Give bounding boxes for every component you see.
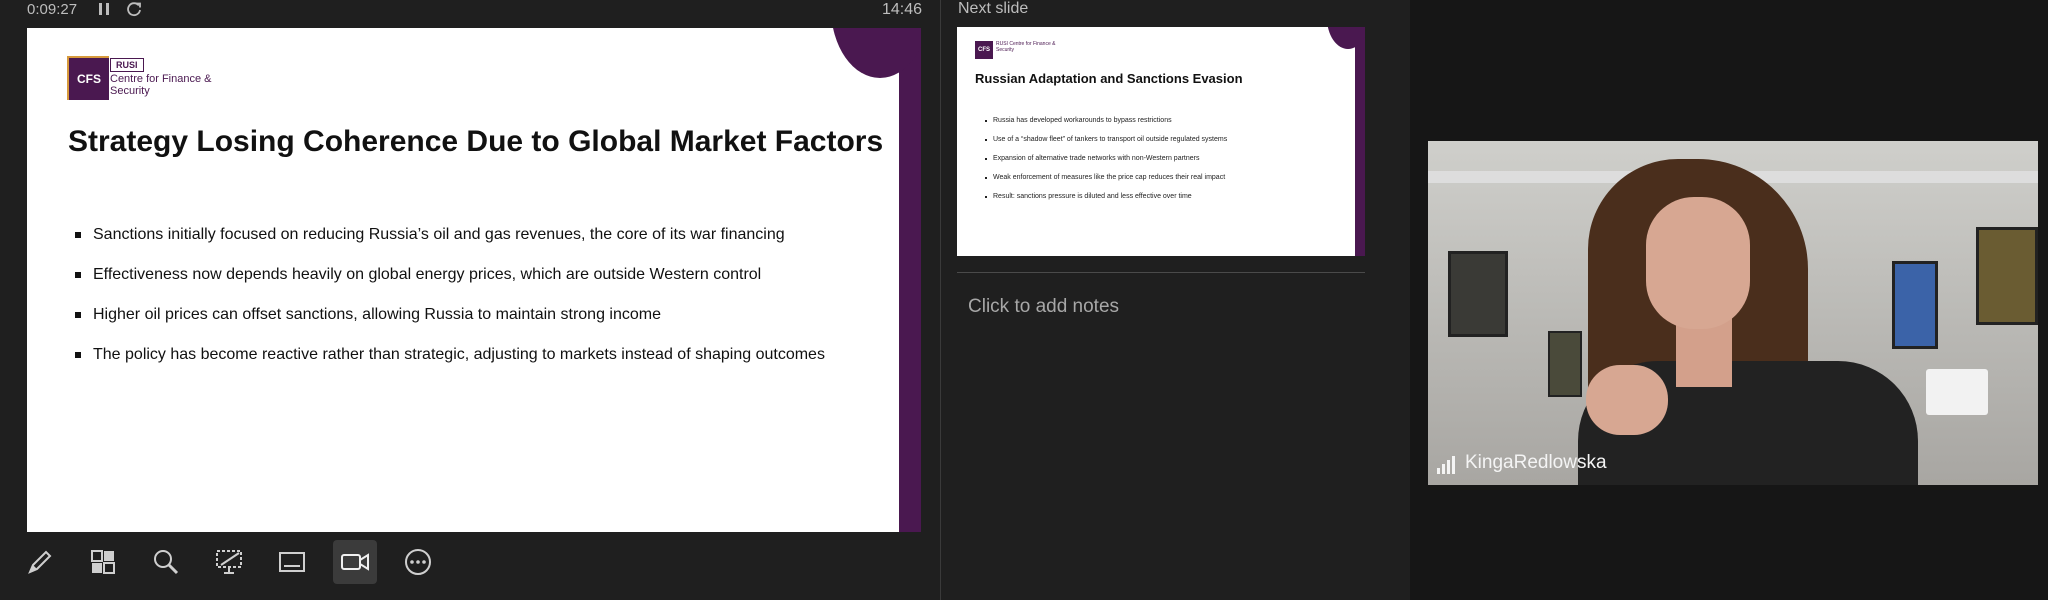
wall-picture [1548,331,1582,397]
next-logo-mark: CFS [975,41,993,59]
pen-icon [28,550,52,574]
logo-mark: CFS [67,56,109,100]
next-slide-bullet: Result: sanctions pressure is diluted an… [985,193,1227,201]
zoom-button[interactable] [144,540,188,584]
next-slide-bullet: Russia has developed workarounds to bypa… [985,117,1227,125]
participant-name: KingaRedlowska [1465,452,1607,473]
zoom-icon [154,550,179,575]
slides-grid-icon [91,550,115,574]
elapsed-timer: 0:09:27 [27,1,78,18]
next-slide-preview[interactable]: CFS RUSI Centre for Finance & Security R… [957,27,1365,256]
pointer-screen-button[interactable] [207,540,251,584]
refresh-icon[interactable] [126,1,142,17]
wall-picture [1892,261,1938,349]
slide-bullet: Sanctions initially focused on reducing … [75,225,825,245]
next-slide-accent-bar [1355,27,1365,256]
next-slide-title: Russian Adaptation and Sanctions Evasion [975,71,1243,86]
slide-title: Strategy Losing Coherence Due to Global … [68,125,884,158]
see-all-slides-button[interactable] [81,540,125,584]
next-slide-bullet: Weak enforcement of measures like the pr… [985,174,1227,182]
next-slide-bullet: Expansion of alternative trade networks … [985,155,1227,163]
logo-org: RUSI [110,58,144,72]
pause-icon[interactable] [98,2,110,16]
slide-accent-bar [899,28,921,532]
presenter-toolbar [18,540,458,584]
camera-toggle-button[interactable] [333,540,377,584]
next-slide-bullet-list: Russia has developed workarounds to bypa… [985,117,1227,212]
current-slide: CFS RUSI Centre for Finance & Security S… [27,28,921,532]
logo-name: Centre for Finance & Security [110,73,212,97]
subtitles-button[interactable] [270,540,314,584]
speaker-face [1646,197,1750,329]
participant-video[interactable] [1428,141,2038,485]
more-options-button[interactable] [396,540,440,584]
wall-picture [1448,251,1508,337]
pane-divider [940,0,941,600]
next-slide-logo: CFS RUSI Centre for Finance & Security [975,41,1065,63]
slide-bullet-list: Sanctions initially focused on reducing … [75,225,825,385]
slide-logo: CFS RUSI Centre for Finance & Security [67,56,227,104]
current-time: 14:46 [882,1,923,18]
wall-picture [1976,227,2038,325]
next-slide-bullet: Use of a “shadow fleet” of tankers to tr… [985,136,1227,144]
lamp-shade [1926,369,1988,415]
camera-icon [341,553,369,571]
notes-divider [957,272,1365,273]
subtitles-icon [279,552,305,572]
signal-strength-icon [1437,456,1455,474]
speaker-hand [1586,365,1668,435]
speaker-notes-field[interactable]: Click to add notes [968,296,1119,318]
slide-bullet: The policy has become reactive rather th… [75,345,825,365]
pen-tool-button[interactable] [18,540,62,584]
more-options-icon [405,549,431,575]
slide-bullet: Higher oil prices can offset sanctions, … [75,305,825,325]
slide-bullet: Effectiveness now depends heavily on glo… [75,265,825,285]
next-logo-name: RUSI Centre for Finance & Security [996,41,1056,53]
next-slide-label: Next slide [958,0,1029,17]
pointer-screen-icon [216,550,242,574]
